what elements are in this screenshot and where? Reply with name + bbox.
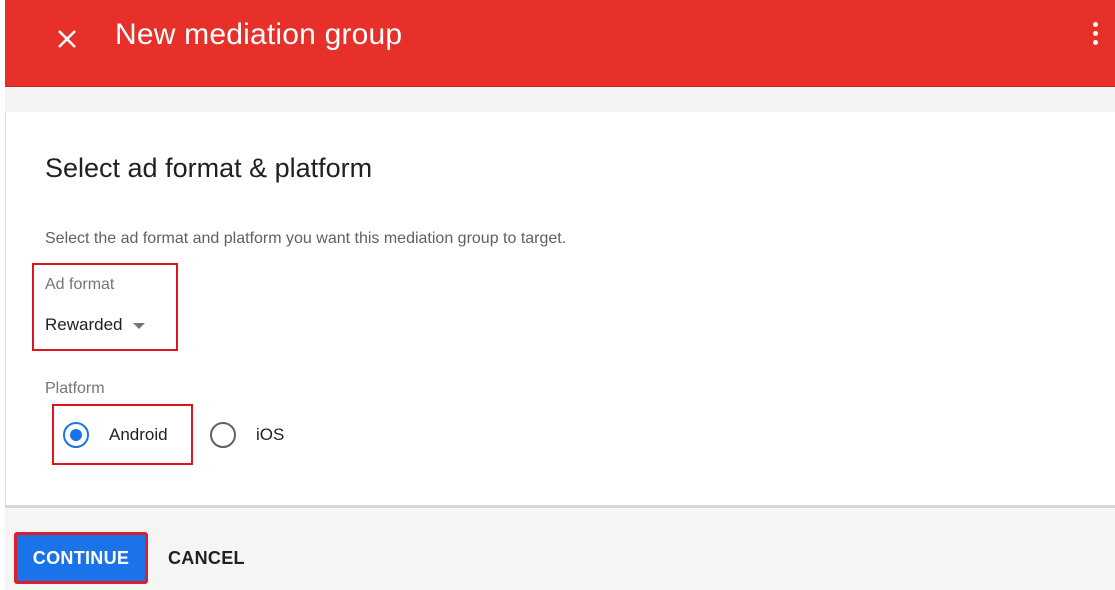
continue-button[interactable]: CONTINUE — [14, 532, 148, 584]
close-button[interactable] — [52, 20, 82, 56]
platform-label: Platform — [45, 380, 105, 397]
ad-format-value: Rewarded — [45, 315, 123, 334]
section-description: Select the ad format and platform you wa… — [45, 230, 567, 247]
cancel-button[interactable]: CANCEL — [168, 532, 245, 584]
close-icon — [58, 30, 76, 48]
dropdown-arrow-icon — [132, 323, 145, 329]
app-bar: New mediation group — [5, 0, 1115, 87]
platform-option-android[interactable]: Android — [63, 418, 168, 452]
more-vert-icon — [1092, 22, 1098, 27]
ad-format-select[interactable]: Rewarded — [45, 312, 145, 338]
more-options-button[interactable] — [1089, 22, 1101, 52]
ios-label: iOS — [256, 425, 285, 444]
platform-option-ios[interactable]: iOS — [210, 418, 284, 452]
radio-selected-icon — [63, 422, 89, 448]
radio-unselected-icon — [210, 422, 236, 448]
page-background — [5, 87, 1115, 112]
page-title: New mediation group — [115, 18, 403, 51]
section-heading: Select ad format & platform — [45, 153, 373, 183]
ad-format-label: Ad format — [45, 276, 115, 293]
android-label: Android — [109, 425, 168, 444]
